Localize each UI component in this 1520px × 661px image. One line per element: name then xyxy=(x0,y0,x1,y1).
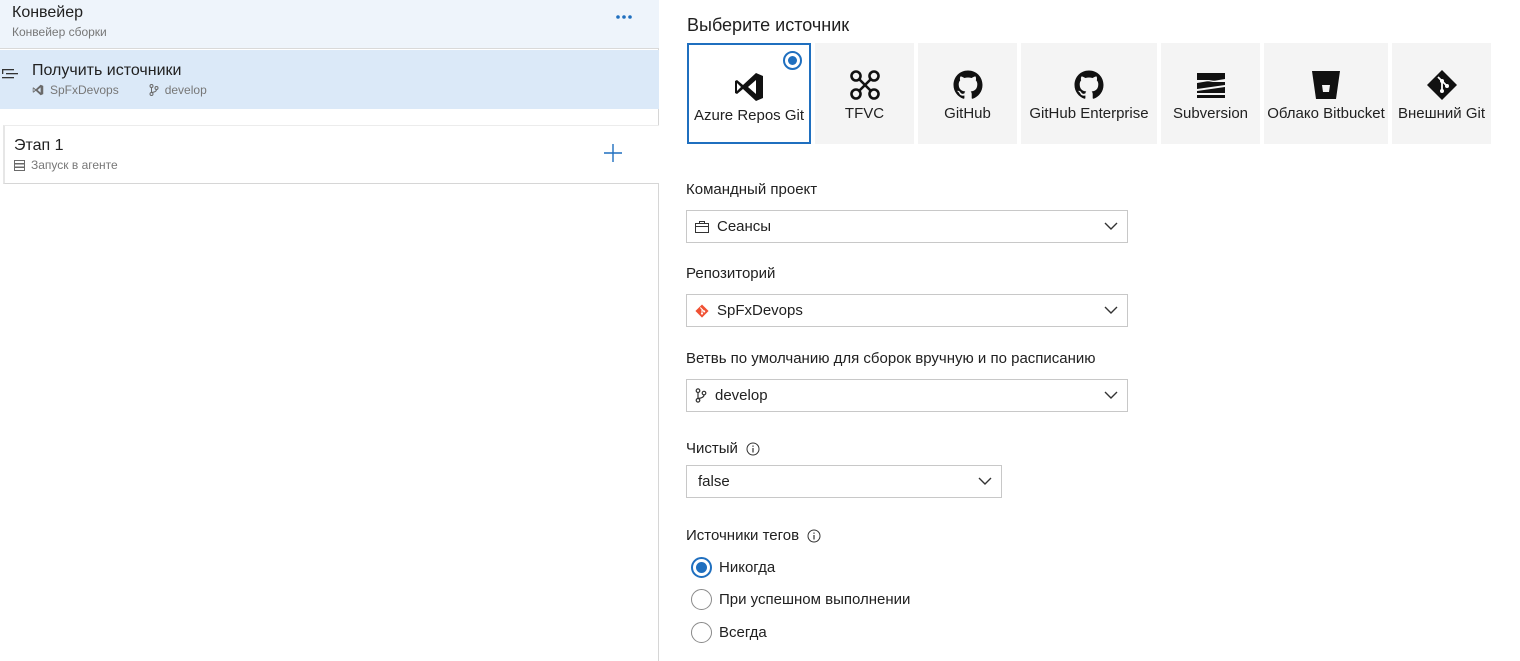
get-sources-title: Получить источники xyxy=(32,62,182,79)
project-briefcase-icon xyxy=(695,220,709,233)
stage-item[interactable]: Этап 1 Запуск в агенте xyxy=(3,125,659,184)
tag-sources-label-text: Источники тегов xyxy=(686,527,800,544)
radio-label: При успешном выполнении xyxy=(719,591,911,608)
add-task-button[interactable] xyxy=(601,141,625,165)
clean-value: false xyxy=(698,473,730,490)
info-icon[interactable] xyxy=(746,442,760,456)
branch-label: Ветвь по умолчанию для сборок вручную и … xyxy=(686,350,1096,367)
chevron-down-icon xyxy=(1104,306,1118,314)
tile-label: Внешний Git xyxy=(1397,105,1486,122)
clean-label-text: Чистый xyxy=(686,440,738,457)
git-icon xyxy=(1426,70,1457,100)
pipeline-subtitle: Конвейер сборки xyxy=(12,25,107,39)
visual-studio-icon xyxy=(32,84,44,96)
sources-list-icon xyxy=(2,69,18,79)
chevron-down-icon xyxy=(1104,391,1118,399)
branch-icon xyxy=(149,84,159,96)
stage-title: Этап 1 xyxy=(14,137,64,154)
selected-indicator xyxy=(783,51,802,70)
team-project-label-text: Командный проект xyxy=(686,181,818,198)
chevron-down-icon xyxy=(978,477,992,485)
clean-label: Чистый xyxy=(686,440,760,457)
radio-label: Никогда xyxy=(719,559,776,576)
source-tile-github-enterprise[interactable]: GitHub Enterprise xyxy=(1021,43,1157,144)
get-sources-meta: SpFxDevops develop xyxy=(32,83,237,97)
select-source-title: Выберите источник xyxy=(687,15,850,35)
source-tile-github[interactable]: GitHub xyxy=(918,43,1017,144)
source-settings-panel: Выберите источник Azure Repos Git TFVC G… xyxy=(660,0,1520,661)
team-project-label: Командный проект xyxy=(686,181,817,198)
source-tile-azure-repos-git[interactable]: Azure Repos Git xyxy=(687,43,811,144)
tile-label: Azure Repos Git xyxy=(693,107,805,124)
stage-subtitle-row: Запуск в агенте xyxy=(14,158,118,172)
get-sources-item[interactable]: Получить источники SpFxDevops develop xyxy=(0,50,659,109)
tag-sources-label: Источники тегов xyxy=(686,527,821,544)
source-tiles: Azure Repos Git TFVC GitHub GitHub Enter… xyxy=(687,43,1491,144)
branch-icon xyxy=(695,388,707,403)
bitbucket-icon xyxy=(1312,71,1340,99)
tile-label: Облако Bitbucket xyxy=(1267,105,1385,122)
info-icon[interactable] xyxy=(807,529,821,543)
radio-button[interactable] xyxy=(691,589,712,610)
repository-label: Репозиторий xyxy=(686,265,775,282)
more-actions-button[interactable] xyxy=(612,8,636,26)
repository-value: SpFxDevops xyxy=(717,302,803,319)
tile-label: TFVC xyxy=(844,105,885,122)
radio-button[interactable] xyxy=(691,622,712,643)
radio-label: Всегда xyxy=(719,624,767,641)
clean-select[interactable]: false xyxy=(686,465,1002,498)
branch-label-text: Ветвь по умолчанию для сборок вручную и … xyxy=(686,350,1096,367)
branch-select[interactable]: develop xyxy=(686,379,1128,412)
source-tile-bitbucket-cloud[interactable]: Облако Bitbucket xyxy=(1264,43,1388,144)
stage-subtitle: Запуск в агенте xyxy=(31,158,118,172)
github-enterprise-icon xyxy=(1074,70,1104,99)
visual-studio-icon xyxy=(735,73,763,101)
source-tile-subversion[interactable]: Subversion xyxy=(1161,43,1260,144)
tfvc-icon xyxy=(849,70,880,100)
pipeline-panel: Конвейер Конвейер сборки Получить источн… xyxy=(0,0,659,661)
repository-label-text: Репозиторий xyxy=(686,265,776,282)
subversion-icon xyxy=(1196,73,1225,98)
source-tile-external-git[interactable]: Внешний Git xyxy=(1392,43,1491,144)
repository-select[interactable]: SpFxDevops xyxy=(686,294,1128,327)
team-project-select[interactable]: Сеансы xyxy=(686,210,1128,243)
agent-server-icon xyxy=(14,159,25,171)
source-tile-tfvc[interactable]: TFVC xyxy=(815,43,914,144)
pipeline-header[interactable]: Конвейер Конвейер сборки xyxy=(0,0,659,49)
radio-button[interactable] xyxy=(691,557,712,578)
chevron-down-icon xyxy=(1104,222,1118,230)
pipeline-title: Конвейер xyxy=(12,4,84,21)
git-repo-icon xyxy=(695,303,709,318)
branch-value: develop xyxy=(715,387,768,404)
github-icon xyxy=(953,70,982,99)
team-project-value: Сеансы xyxy=(717,218,772,235)
tag-option-never[interactable]: Никогда xyxy=(691,557,775,578)
tile-label: GitHub xyxy=(944,105,991,122)
tag-option-always[interactable]: Всегда xyxy=(691,622,767,643)
tile-label: GitHub Enterprise xyxy=(1029,105,1149,122)
get-sources-branch: develop xyxy=(164,83,207,97)
get-sources-repo: SpFxDevops xyxy=(50,83,119,97)
ellipsis-icon xyxy=(616,15,632,19)
tag-option-on-success[interactable]: При успешном выполнении xyxy=(691,589,910,610)
tile-label: Subversion xyxy=(1172,105,1249,122)
